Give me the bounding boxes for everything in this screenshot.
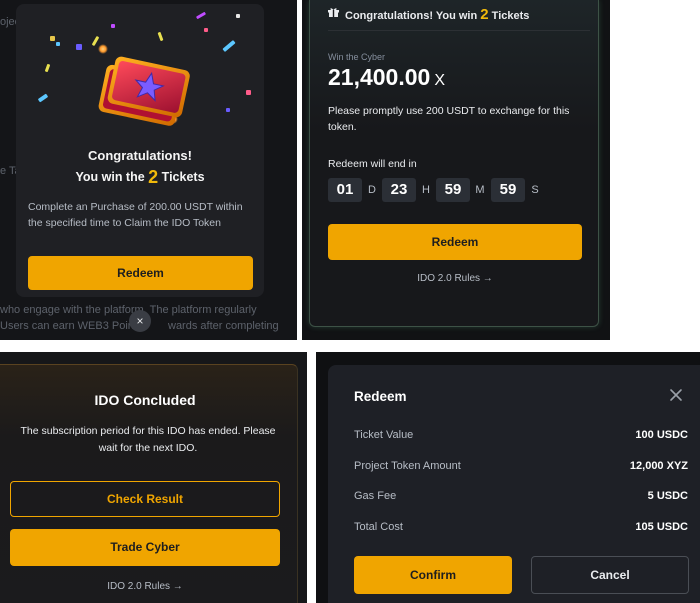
ido-concluded-card: IDO Concluded The subscription period fo… [0, 364, 298, 603]
confetti-decoration [37, 93, 49, 103]
win-header: Congratulations! You win 2 Tickets [328, 6, 529, 23]
redeem-button[interactable]: Redeem [28, 256, 253, 290]
win-card: Congratulations! You win 2 Tickets Win t… [309, 0, 599, 327]
confetti-decoration [222, 39, 236, 53]
countdown-value: 59 [491, 178, 525, 202]
gift-icon [328, 8, 339, 17]
background-text: who engage with the platform. The platfo… [0, 304, 257, 316]
header-suffix: Tickets [491, 10, 530, 22]
redeem-dialog: Redeem Ticket Value 100 USDC Project Tok… [328, 365, 700, 603]
countdown-seconds: 59 S [491, 178, 545, 202]
countdown-value: 59 [436, 178, 470, 202]
confetti-decoration [91, 35, 100, 47]
detail-label: Project Token Amount [354, 460, 461, 472]
countdown-minutes: 59 M [436, 178, 490, 202]
detail-row: Total Cost 105 USDC [354, 521, 688, 533]
congrats-subtitle: You win the 2 Tickets [16, 167, 264, 188]
ido-concluded-panel: IDO Concluded The subscription period fo… [0, 352, 307, 603]
detail-label: Total Cost [354, 521, 403, 533]
close-icon[interactable] [668, 387, 684, 403]
confetti-decoration [157, 31, 164, 42]
detail-label: Gas Fee [354, 490, 397, 502]
ticket-count: 2 [148, 167, 159, 187]
confetti-decoration [50, 36, 55, 41]
confetti-decoration [236, 14, 240, 18]
confetti-decoration [56, 42, 60, 46]
ido-rules-link[interactable]: IDO 2.0 Rules → [310, 273, 600, 284]
confetti-decoration [226, 108, 230, 112]
win-amount: 21,400.00 X [328, 64, 445, 91]
congrats-modal-panel: ojec e Ta who engage with the platform. … [0, 0, 297, 340]
confirm-button[interactable]: Confirm [354, 556, 512, 594]
close-icon[interactable]: × [129, 310, 151, 332]
detail-row: Gas Fee 5 USDC [354, 490, 688, 502]
countdown-unit: M [475, 184, 485, 196]
countdown-hours: 23 H [382, 178, 436, 202]
detail-value: 5 USDC [647, 490, 688, 502]
congrats-title: Congratulations! [88, 148, 192, 163]
cancel-button[interactable]: Cancel [531, 556, 689, 594]
trade-button[interactable]: Trade Cyber [10, 529, 280, 566]
confetti-decoration [44, 63, 51, 73]
countdown-unit: D [368, 184, 376, 196]
confetti-decoration [204, 28, 208, 32]
detail-label: Ticket Value [354, 429, 414, 441]
concluded-title: IDO Concluded [94, 392, 196, 408]
countdown-days: 01 D [328, 178, 382, 202]
countdown-value: 01 [328, 178, 362, 202]
confetti-decoration [76, 44, 82, 50]
ticket-count: 2 [480, 6, 489, 23]
subtitle-suffix: Tickets [161, 170, 205, 184]
concluded-description: The subscription period for this IDO has… [20, 425, 276, 454]
detail-value: 105 USDC [635, 521, 688, 533]
congrats-modal: Congratulations! You win the 2 Tickets C… [16, 4, 264, 297]
confetti-decoration [246, 90, 251, 95]
check-result-button[interactable]: Check Result [10, 481, 280, 517]
divider [328, 30, 590, 31]
detail-row: Ticket Value 100 USDC [354, 429, 688, 441]
header-prefix: Congratulations! You win [345, 10, 478, 22]
amount-value: 21,400.00 [328, 64, 431, 90]
win-description: Please promptly use 200 USDT to exchange… [328, 105, 570, 133]
dialog-title: Redeem [354, 389, 407, 404]
background-text: wards after completing [168, 320, 279, 332]
background-text: Users can earn WEB3 Points [0, 320, 143, 332]
amount-unit: X [434, 72, 445, 89]
countdown-unit: S [531, 184, 539, 196]
redeem-button[interactable]: Redeem [328, 224, 582, 260]
countdown-unit: H [422, 184, 430, 196]
confetti-decoration [111, 24, 115, 28]
countdown-label: Redeem will end in [328, 158, 417, 170]
subtitle-prefix: You win the [75, 170, 145, 184]
ticket-icon [98, 56, 190, 126]
congrats-description: Complete an Purchase of 200.00 USDT with… [28, 201, 243, 229]
win-countdown-panel: Congratulations! You win 2 Tickets Win t… [302, 0, 610, 340]
detail-value: 100 USDC [635, 429, 688, 441]
ido-rules-link[interactable]: IDO 2.0 Rules → [0, 581, 290, 592]
redeem-dialog-panel: Redeem Ticket Value 100 USDC Project Tok… [316, 352, 700, 603]
countdown-value: 23 [382, 178, 416, 202]
win-label: Win the Cyber [328, 52, 386, 62]
detail-value: 12,000 XYZ [629, 460, 688, 472]
sparkle-decoration [98, 44, 108, 54]
confetti-decoration [195, 11, 207, 20]
detail-row: Project Token Amount 12,000 XYZ [354, 460, 688, 472]
